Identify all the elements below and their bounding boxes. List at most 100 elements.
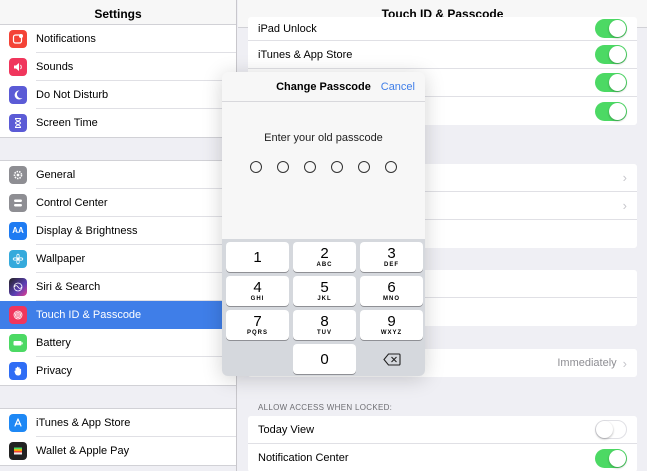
change-passcode-modal: Change Passcode Cancel Enter your old pa…: [222, 72, 425, 376]
sidebar-item-privacy[interactable]: Privacy: [0, 357, 236, 385]
chevron-right-icon: ›: [622, 355, 627, 371]
key-number: 8: [320, 313, 329, 330]
sidebar-item-label: Notifications: [36, 33, 96, 45]
passcode-dot: [331, 161, 343, 173]
sidebar-group-2: General Control Center AA Display & Brig…: [0, 160, 236, 386]
key-number: 6: [387, 279, 396, 296]
key-letters: TUV: [317, 330, 332, 336]
sidebar-item-label: Privacy: [36, 365, 73, 377]
wallpaper-icon: [9, 250, 27, 268]
notification-center-toggle[interactable]: [595, 448, 627, 468]
moon-icon: [9, 86, 27, 104]
sidebar-item-sounds[interactable]: Sounds: [0, 53, 236, 81]
key-number: 9: [387, 313, 396, 330]
row-label: iPad Unlock: [258, 22, 317, 35]
passcode-dot: [277, 161, 289, 173]
itunes-app-store-row: iTunes & App Store: [248, 41, 637, 69]
keypad-blank: [226, 344, 289, 374]
sidebar-item-label: Wallet & Apple Pay: [36, 445, 130, 457]
numeric-keypad: 1 2 ABC 3 DEF 4 GHI 5 JKL 6 MNO 7 PQRS 8 TUV 9W…: [222, 239, 425, 376]
sidebar-item-label: Do Not Disturb: [36, 89, 109, 101]
key-4[interactable]: 4 GHI: [226, 276, 289, 306]
modal-header: Change Passcode Cancel: [222, 72, 425, 102]
sidebar-item-label: iTunes & App Store: [36, 417, 131, 429]
hourglass-icon: [9, 114, 27, 132]
key-0[interactable]: 0: [293, 344, 356, 374]
delete-backspace-icon: [382, 352, 401, 366]
key-6[interactable]: 6 MNO: [360, 276, 423, 306]
display-icon: AA: [9, 222, 27, 240]
settings-sidebar: Settings Notifications Sounds Do Not Dis…: [0, 0, 237, 471]
key-2[interactable]: 2 ABC: [293, 242, 356, 272]
ipad-unlock-toggle[interactable]: [595, 19, 627, 38]
key-7[interactable]: 7 PQRS: [226, 310, 289, 340]
key-letters: GHI: [250, 296, 265, 302]
sidebar-item-wallet-apple-pay[interactable]: Wallet & Apple Pay: [0, 437, 236, 465]
sidebar-item-label: Siri & Search: [36, 281, 101, 293]
sidebar-item-notifications[interactable]: Notifications: [0, 25, 236, 53]
allow-access-header: ALLOW ACCESS WHEN LOCKED:: [258, 403, 393, 412]
app-store-icon: [9, 414, 27, 432]
key-number: 7: [253, 313, 262, 330]
key-letters: JKL: [317, 296, 332, 302]
key-letters: ABC: [316, 262, 333, 268]
gear-icon: [9, 166, 27, 184]
notifications-icon: [9, 30, 27, 48]
toggle-switch[interactable]: [595, 73, 627, 92]
passcode-dot: [304, 161, 316, 173]
sidebar-item-itunes-app-store[interactable]: iTunes & App Store: [0, 409, 236, 437]
cancel-button[interactable]: Cancel: [381, 72, 415, 102]
sidebar-item-label: Screen Time: [36, 117, 98, 129]
key-1[interactable]: 1: [226, 242, 289, 272]
sidebar-item-display-brightness[interactable]: AA Display & Brightness: [0, 217, 236, 245]
sidebar-item-do-not-disturb[interactable]: Do Not Disturb: [0, 81, 236, 109]
sidebar-item-label: Touch ID & Passcode: [36, 309, 142, 321]
sidebar-item-label: Wallpaper: [36, 253, 86, 265]
sidebar-item-battery[interactable]: Battery: [0, 329, 236, 357]
today-view-toggle[interactable]: [595, 420, 627, 439]
sidebar-item-control-center[interactable]: Control Center: [0, 189, 236, 217]
require-passcode-value: Immediately: [557, 357, 617, 369]
sidebar-group-3: iTunes & App Store Wallet & Apple Pay: [0, 408, 236, 466]
itunes-app-store-toggle[interactable]: [595, 45, 627, 64]
chevron-right-icon: ›: [622, 170, 627, 185]
key-3[interactable]: 3 DEF: [360, 242, 423, 272]
key-number: 4: [253, 279, 262, 296]
key-number: 3: [387, 245, 396, 262]
row-label: Notification Center: [258, 452, 349, 464]
ipad-unlock-row: iPad Unlock: [248, 17, 637, 41]
passcode-prompt: Enter your old passcode: [264, 132, 383, 144]
delete-key[interactable]: [360, 344, 423, 374]
fingerprint-icon: [9, 306, 27, 324]
hand-icon: [9, 362, 27, 380]
key-9[interactable]: 9 WXYZ: [360, 310, 423, 340]
sidebar-item-label: Sounds: [36, 61, 74, 73]
battery-icon: [9, 334, 27, 352]
today-view-row: Today View: [248, 416, 637, 444]
sounds-icon: [9, 58, 27, 76]
siri-icon: [9, 278, 27, 296]
control-center-icon: [9, 194, 27, 212]
sidebar-item-label: Battery: [36, 337, 71, 349]
toggle-switch[interactable]: [595, 101, 627, 121]
key-8[interactable]: 8 TUV: [293, 310, 356, 340]
modal-title: Change Passcode: [276, 80, 371, 93]
key-number: 5: [320, 279, 329, 296]
key-letters: DEF: [384, 262, 399, 268]
sidebar-item-siri-search[interactable]: Siri & Search: [0, 273, 236, 301]
sidebar-item-wallpaper[interactable]: Wallpaper: [0, 245, 236, 273]
passcode-dots: [222, 161, 425, 173]
wallet-icon: [9, 442, 27, 460]
row-label: Today View: [258, 423, 315, 436]
sidebar-item-touch-id-passcode[interactable]: Touch ID & Passcode: [0, 301, 236, 329]
passcode-dot: [250, 161, 262, 173]
key-5[interactable]: 5 JKL: [293, 276, 356, 306]
chevron-right-icon: ›: [622, 198, 627, 213]
key-letters: MNO: [383, 296, 400, 302]
sidebar-item-label: Display & Brightness: [36, 225, 138, 237]
sidebar-item-general[interactable]: General: [0, 161, 236, 189]
key-number: 2: [320, 245, 329, 262]
key-letters: PQRS: [246, 330, 268, 336]
sidebar-item-screen-time[interactable]: Screen Time: [0, 109, 236, 137]
allow-access-group: Today View Notification Center: [248, 416, 637, 471]
